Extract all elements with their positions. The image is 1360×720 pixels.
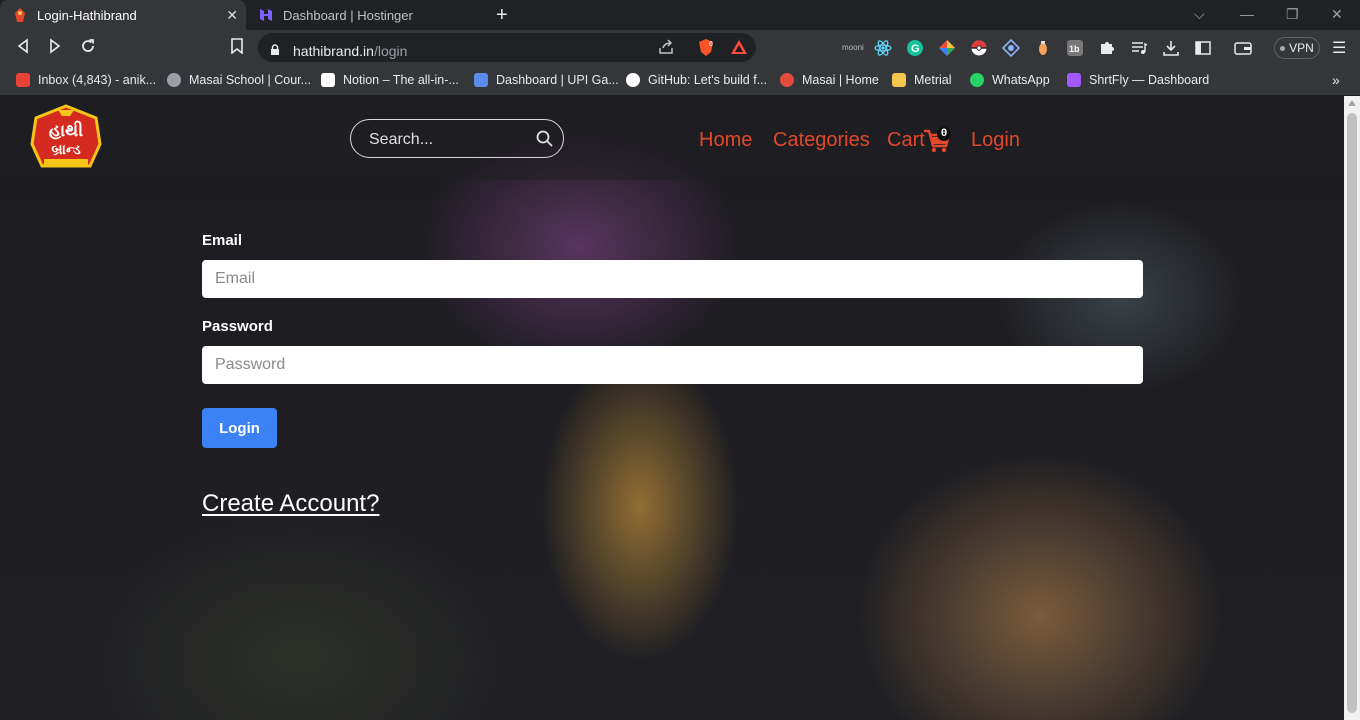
svg-text:હાથી: હાથી [49, 120, 83, 141]
svg-text:બ્રાન્ડ: બ્રાન્ડ [51, 142, 81, 158]
bookmark-metrial-folder[interactable]: Metrial [892, 73, 952, 87]
search-input[interactable] [367, 128, 531, 152]
hostinger-favicon-icon [258, 7, 274, 23]
hathibrand-logo[interactable]: હાથી બ્રાન્ડ [30, 104, 102, 172]
react-devtools-icon[interactable] [874, 39, 892, 57]
cart-count-badge: 0 [937, 127, 951, 141]
bookmark-upi-gateway[interactable]: Dashboard | UPI Ga... [474, 73, 619, 87]
shrtfly-icon [1067, 73, 1081, 87]
minimize-icon[interactable]: — [1240, 6, 1254, 22]
bookmark-gmail[interactable]: Inbox (4,843) - anik... [16, 73, 156, 87]
nav-cart-link[interactable]: Cart [887, 129, 925, 152]
mooni-extension-icon[interactable]: mooni [842, 43, 864, 61]
hathibrand-favicon-icon [12, 7, 28, 23]
tab-dashboard-hostinger[interactable]: Dashboard | Hostinger [246, 0, 484, 30]
menu-icon[interactable]: ☰ [1332, 38, 1350, 57]
password-field[interactable] [202, 346, 1143, 384]
bookmark-label: Masai School | Cour... [189, 73, 312, 87]
scroll-up-arrow-icon[interactable] [1348, 100, 1356, 106]
page-scrollbar[interactable] [1344, 96, 1360, 720]
url-path: /login [373, 43, 408, 59]
nav-home-link[interactable]: Home [699, 129, 752, 152]
web3-extension-icon[interactable] [1001, 38, 1021, 58]
grammarly-icon[interactable]: G [906, 39, 924, 57]
back-icon[interactable] [16, 38, 30, 59]
color-picker-icon[interactable] [938, 39, 956, 57]
address-bar[interactable]: hathibrand.in/login 6 [258, 33, 756, 62]
brave-rewards-icon[interactable] [730, 39, 748, 57]
bookmark-masai-school[interactable]: Masai School | Cour... [167, 73, 311, 87]
password-label: Password [202, 318, 273, 335]
tab-manager-extension-icon[interactable]: 1b [1066, 39, 1084, 57]
vpn-button[interactable]: VPN [1274, 37, 1320, 59]
vpn-dot-icon [1280, 45, 1286, 51]
tab-title: Dashboard | Hostinger [283, 7, 413, 23]
svg-text:6: 6 [709, 41, 713, 48]
download-icon[interactable] [1162, 39, 1180, 57]
upi-icon [474, 73, 488, 87]
masai-icon [780, 73, 794, 87]
close-window-icon[interactable]: ✕ [1331, 6, 1343, 23]
bookmark-label: GitHub: Let's build f... [648, 73, 768, 87]
scrollbar-thumb[interactable] [1347, 113, 1357, 713]
extensions-puzzle-icon[interactable] [1098, 39, 1116, 57]
forward-icon[interactable] [48, 38, 62, 59]
page-viewport: હાથી બ્રાન્ડ Home Categories Cart 0 Logi… [0, 96, 1344, 720]
bookmark-shrtfly[interactable]: ShrtFly — Dashboard [1067, 73, 1209, 87]
restore-icon[interactable]: ❐ [1286, 6, 1299, 23]
reload-icon[interactable] [80, 38, 96, 59]
wallet-icon[interactable] [1234, 39, 1252, 57]
bookmarks-bar: Inbox (4,843) - anik... Masai School | C… [0, 66, 1360, 96]
bookmark-label: ShrtFly — Dashboard [1089, 73, 1210, 87]
bookmark-notion[interactable]: Notion – The all-in-... [321, 73, 459, 87]
vpn-label: VPN [1289, 41, 1314, 55]
site-header: હાથી બ્રાન્ડ Home Categories Cart 0 Logi… [0, 96, 1344, 180]
new-tab-button[interactable]: + [496, 4, 508, 27]
nav-login-link[interactable]: Login [971, 129, 1020, 152]
bookmark-label: Masai | Home [802, 73, 879, 87]
login-button[interactable]: Login [202, 408, 277, 448]
bookmarks-overflow-icon[interactable]: » [1332, 72, 1340, 88]
svg-text:1b: 1b [1069, 44, 1080, 54]
notion-icon [321, 73, 335, 87]
create-account-link[interactable]: Create Account? [202, 490, 379, 518]
svg-text:G: G [911, 43, 920, 55]
search-icon[interactable] [536, 130, 554, 153]
tab-close-icon[interactable]: ✕ [226, 7, 238, 24]
playlist-icon[interactable] [1130, 39, 1148, 57]
sidebar-icon[interactable] [1194, 39, 1212, 57]
bookmark-masai-home[interactable]: Masai | Home [780, 73, 879, 87]
tab-title: Login-Hathibrand [37, 7, 137, 23]
nav-categories-link[interactable]: Categories [773, 129, 870, 152]
whatsapp-icon [970, 73, 984, 87]
bookmark-label: Dashboard | UPI Ga... [496, 73, 619, 87]
search-box [350, 119, 564, 158]
tab-login-hathibrand[interactable]: Login-Hathibrand ✕ [0, 0, 246, 30]
url-text: hathibrand.in/login [293, 43, 407, 59]
lock-icon [270, 43, 279, 55]
browser-tab-strip: Login-Hathibrand ✕ Dashboard | Hostinger… [0, 0, 1360, 30]
brave-shields-icon[interactable]: 6 [696, 38, 714, 56]
bookmark-github[interactable]: GitHub: Let's build f... [626, 73, 767, 87]
bookmark-label: WhatsApp [992, 73, 1050, 87]
tab-search-chevron-icon[interactable]: ⌵ [1194, 6, 1205, 23]
browser-toolbar: hathibrand.in/login 6 mooni G 1b VPN ☰ [0, 30, 1360, 66]
email-label: Email [202, 232, 243, 249]
share-icon[interactable] [658, 39, 676, 57]
email-field[interactable] [202, 260, 1143, 298]
bookmark-label: Notion – The all-in-... [343, 73, 459, 87]
pokeball-extension-icon[interactable] [970, 39, 988, 57]
bookmark-whatsapp[interactable]: WhatsApp [970, 73, 1050, 87]
gmail-icon [16, 73, 30, 87]
github-icon [626, 73, 640, 87]
folder-icon [892, 73, 906, 87]
bookmark-label: Metrial [914, 73, 952, 87]
url-host: hathibrand.in [293, 43, 374, 59]
bookmark-label: Inbox (4,843) - anik... [38, 73, 157, 87]
globe-icon [167, 73, 181, 87]
bookmark-icon[interactable] [231, 38, 243, 59]
orange-extension-icon[interactable] [1034, 39, 1052, 57]
